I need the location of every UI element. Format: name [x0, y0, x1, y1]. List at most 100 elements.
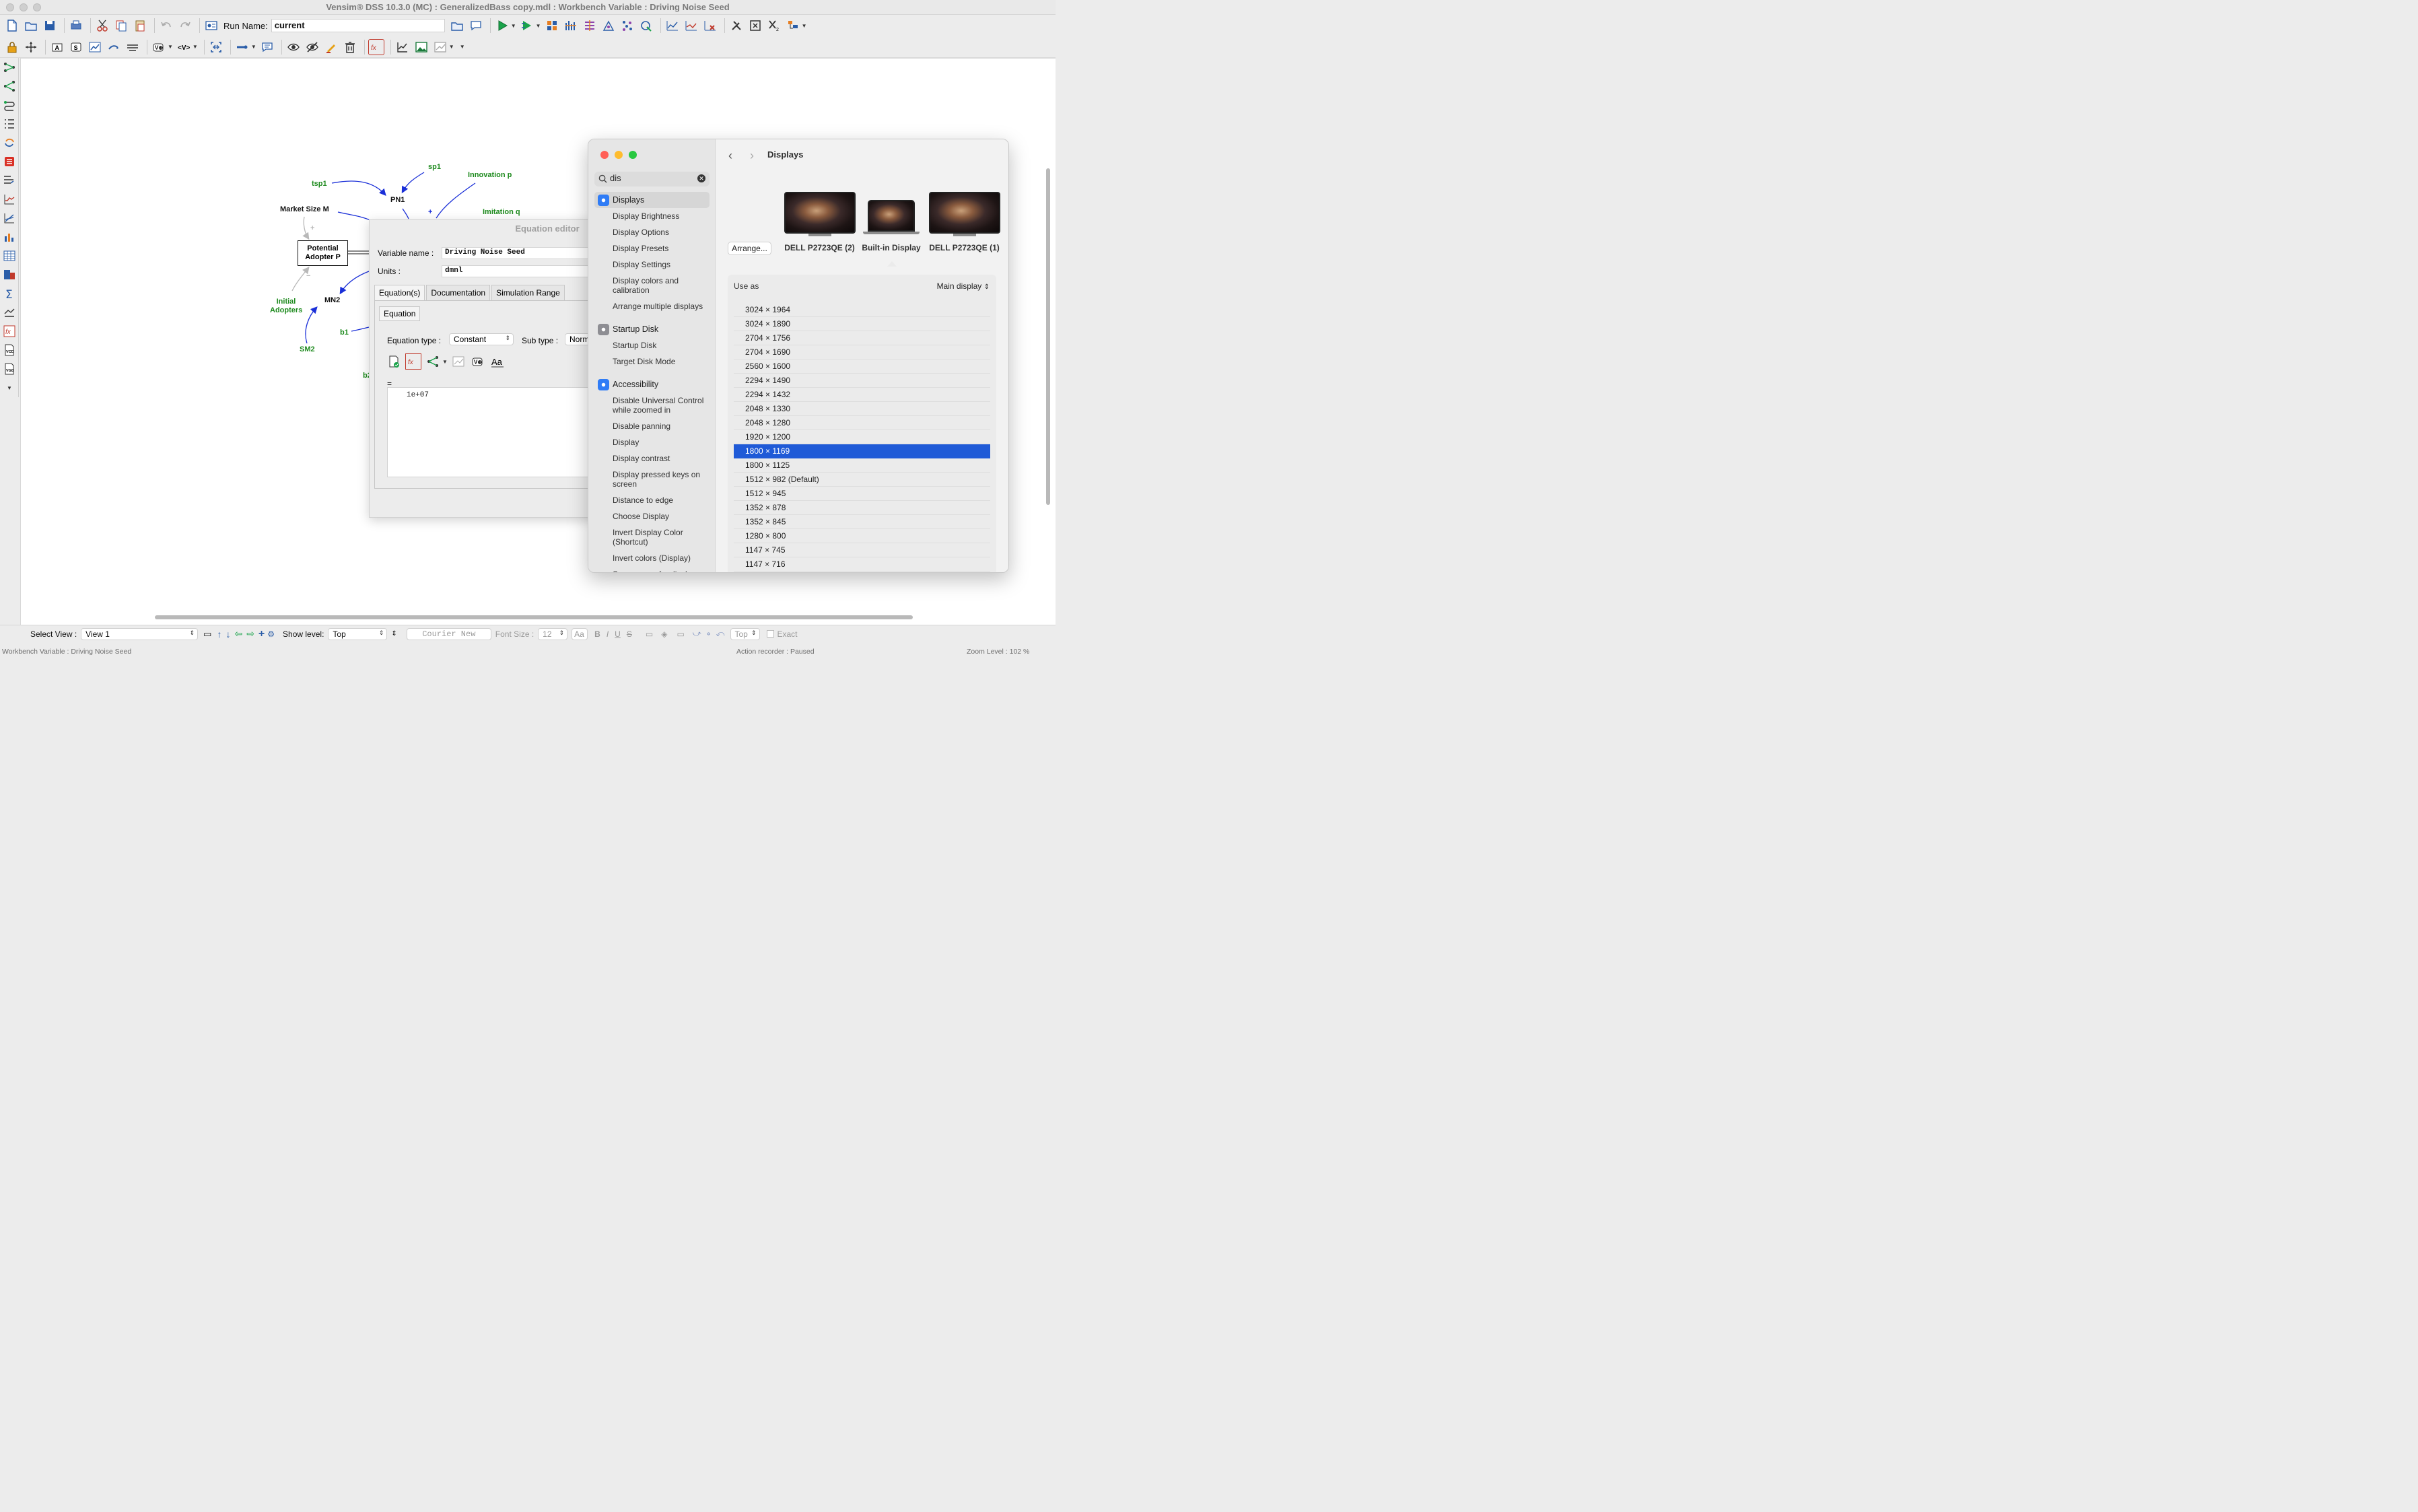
synthesim-dropdown-icon[interactable]: ▼: [536, 23, 541, 29]
loops-tool-icon[interactable]: [0, 96, 19, 114]
delete-selected-icon[interactable]: [208, 39, 224, 55]
resolution-option[interactable]: 1352 × 878: [734, 501, 990, 515]
italic-icon[interactable]: I: [607, 629, 609, 639]
causes-strip-icon[interactable]: [0, 171, 19, 190]
comment-tool-icon[interactable]: [259, 39, 275, 55]
run-settings-icon[interactable]: [203, 18, 219, 34]
settings-window-controls[interactable]: [600, 151, 637, 159]
redo-icon[interactable]: [177, 18, 193, 34]
vgd-doc-icon[interactable]: VGD: [0, 359, 19, 378]
level-stepper-icon[interactable]: ⇕: [391, 630, 396, 638]
resolution-option[interactable]: 1800 × 1125: [734, 458, 990, 473]
tab-simulation-range[interactable]: Simulation Range: [491, 285, 565, 301]
cut-icon[interactable]: [94, 18, 110, 34]
view-tools-icon[interactable]: ⚙: [267, 629, 275, 639]
curve-style-icon[interactable]: ⤺: [716, 629, 725, 639]
link-dropdown-icon[interactable]: ▼: [251, 44, 256, 50]
sidebar-result-item[interactable]: Display contrast: [594, 450, 710, 467]
position-select[interactable]: Top ⇕: [730, 627, 760, 640]
font-name-select[interactable]: Courier New: [406, 627, 491, 640]
monte-carlo-icon[interactable]: [619, 18, 635, 34]
variables-dropdown-icon[interactable]: ▼: [442, 359, 448, 365]
bold-icon[interactable]: B: [594, 629, 600, 639]
hide-icon[interactable]: [304, 39, 320, 55]
view-options-icon[interactable]: ▭: [203, 629, 211, 640]
run-compare-icon[interactable]: [664, 18, 681, 34]
sidebar-result-item[interactable]: Screen area for display: [594, 566, 710, 572]
sidebar-result-item[interactable]: Display Options: [594, 224, 710, 240]
bar-graph-icon[interactable]: [0, 228, 19, 246]
fill-color-icon[interactable]: ◈: [661, 629, 667, 639]
copy-icon[interactable]: [113, 18, 129, 34]
variable-name-field[interactable]: Driving Noise Seed: [442, 247, 596, 259]
resolution-option[interactable]: 1280 × 800: [734, 529, 990, 543]
sidebar-result-item[interactable]: Display colors and calibration: [594, 273, 710, 298]
runs-compare-icon[interactable]: [0, 209, 19, 228]
shadow-variable-icon[interactable]: V⊕: [151, 39, 167, 55]
box-color-icon[interactable]: ▭: [646, 629, 653, 639]
sidebar-section-item[interactable]: Startup Disk: [594, 321, 710, 337]
run-delete-icon[interactable]: [702, 18, 718, 34]
strikethrough-icon[interactable]: S: [627, 629, 632, 639]
graph-lookup-icon[interactable]: [450, 353, 467, 370]
sum-tool-icon[interactable]: Σ: [0, 284, 19, 303]
subtab-equation[interactable]: Equation: [379, 306, 421, 321]
resolution-option[interactable]: 1352 × 845: [734, 515, 990, 529]
variable-tool-icon[interactable]: A: [49, 39, 65, 55]
settings-zoom-button[interactable]: [629, 151, 637, 159]
resolution-option[interactable]: 2704 × 1756: [734, 331, 990, 345]
undo-icon[interactable]: [158, 18, 174, 34]
sidebar-result-item[interactable]: Invert colors (Display): [594, 550, 710, 566]
sidebar-result-item[interactable]: Display pressed keys on screen: [594, 467, 710, 492]
add-view-icon[interactable]: +: [258, 628, 265, 640]
sidebar-result-item[interactable]: Target Disk Mode: [594, 353, 710, 370]
equation-textarea[interactable]: 1e+07: [387, 387, 601, 477]
input-output-icon[interactable]: <V>: [176, 39, 192, 55]
show-level-select[interactable]: Top ⇕: [328, 627, 388, 640]
resolution-option[interactable]: 2294 × 1490: [734, 374, 990, 388]
analysis-tool-icon[interactable]: [432, 39, 448, 55]
io-dropdown-icon[interactable]: ▼: [193, 44, 198, 50]
underline-icon[interactable]: U: [615, 629, 621, 639]
resolution-option[interactable]: 2048 × 1330: [734, 402, 990, 416]
sidebar-result-item[interactable]: Display: [594, 434, 710, 450]
sidebar-result-item[interactable]: Invert Display Color (Shortcut): [594, 524, 710, 550]
game-icon[interactable]: [638, 18, 654, 34]
uses-tree-tool-icon[interactable]: [0, 77, 19, 96]
resolution-option[interactable]: 2294 × 1432: [734, 388, 990, 402]
check-syntax-icon[interactable]: [386, 353, 402, 370]
run-name-input[interactable]: current: [271, 19, 445, 32]
font-icon[interactable]: Aa: [489, 353, 506, 370]
calibrate-icon[interactable]: [600, 18, 617, 34]
resolution-option[interactable]: 1512 × 982 (Default): [734, 473, 990, 487]
sensitivity-icon[interactable]: [563, 18, 579, 34]
run-loaded-icon[interactable]: [683, 18, 699, 34]
var-imitation-q[interactable]: Imitation q: [483, 208, 520, 216]
print-icon[interactable]: [68, 18, 84, 34]
shadow-dropdown-icon[interactable]: ▼: [168, 44, 173, 50]
var-mn2[interactable]: MN2: [324, 296, 340, 304]
forward-chevron-icon[interactable]: ›: [750, 149, 754, 163]
loop-cycle-icon[interactable]: [0, 133, 19, 152]
monitor-built-in[interactable]: Built-in Display: [861, 200, 922, 252]
equation-type-select[interactable]: Constant ⇕: [449, 333, 514, 345]
resolution-option[interactable]: 1147 × 745: [734, 543, 990, 557]
arrow-up-icon[interactable]: ↑: [217, 629, 221, 640]
resolution-option[interactable]: 2704 × 1690: [734, 345, 990, 359]
settings-search-input[interactable]: dis ✕: [594, 172, 710, 186]
sidebar-result-item[interactable]: Display Brightness: [594, 208, 710, 224]
link-style-icon[interactable]: ⚬: [705, 629, 712, 639]
fit-icon[interactable]: [747, 18, 763, 34]
font-size-select[interactable]: 12 ⇕: [538, 627, 568, 640]
causes-tree-icon[interactable]: [394, 39, 411, 55]
arrow-style-icon[interactable]: ⤻: [693, 629, 701, 639]
monitor-dell-1[interactable]: DELL P2723QE (1): [928, 192, 1001, 252]
open-model-icon[interactable]: [23, 18, 39, 34]
sidebar-section-item[interactable]: Displays: [594, 192, 710, 208]
sidebar-result-item[interactable]: Distance to edge: [594, 492, 710, 508]
resolution-option[interactable]: 1147 × 716: [734, 557, 990, 572]
optimize-icon[interactable]: [582, 18, 598, 34]
graph-tool-icon[interactable]: [87, 39, 103, 55]
line-color-icon[interactable]: ▭: [677, 629, 684, 639]
resolution-option[interactable]: 1800 × 1169: [734, 444, 990, 458]
